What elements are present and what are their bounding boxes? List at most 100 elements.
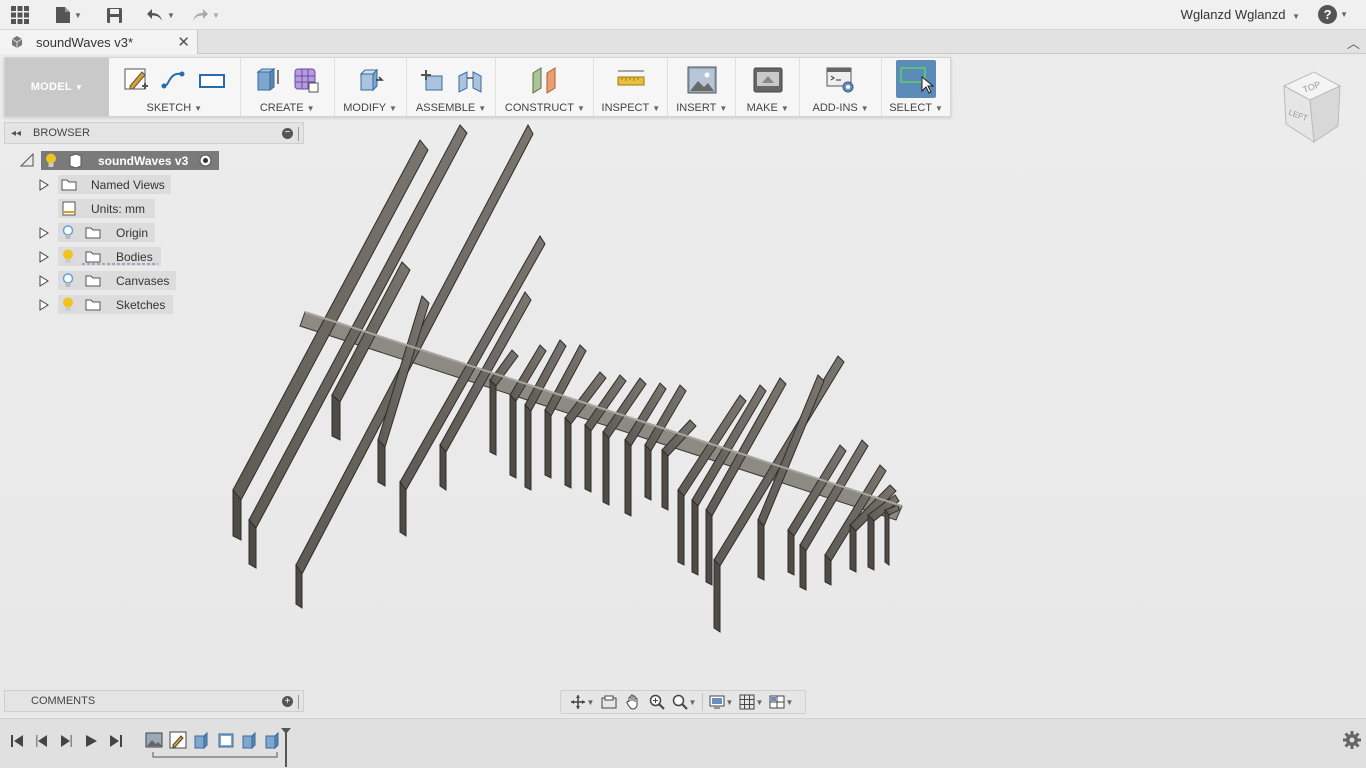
minimize-icon[interactable]: − — [282, 128, 293, 139]
extrude-icon[interactable] — [253, 65, 283, 95]
canvas-feature-icon[interactable] — [145, 731, 163, 749]
collapse-panel-icon[interactable]: ◂◂ — [11, 128, 21, 139]
offset-plane-icon[interactable] — [530, 65, 560, 95]
chevron-down-icon: ▼ — [652, 104, 661, 113]
pan-button[interactable] — [621, 692, 645, 712]
collapse-triangle-icon[interactable] — [20, 153, 34, 167]
display-settings-button[interactable]: ▼ — [706, 692, 736, 712]
orbit-button[interactable]: ▼ — [567, 692, 597, 712]
extrude-feature-icon[interactable] — [193, 731, 211, 749]
chevron-down-icon: ▼ — [194, 104, 203, 113]
document-tab[interactable]: soundWaves v3* ✕ — [0, 30, 198, 54]
modify-group[interactable]: MODIFY ▼ — [335, 58, 407, 116]
sketches-pill[interactable]: Sketches — [58, 295, 173, 314]
visibility-bulb-icon[interactable] — [62, 297, 74, 312]
timeline-marker-handle[interactable] — [280, 727, 292, 768]
go-to-end-button[interactable] — [107, 732, 125, 750]
file-menu-button[interactable]: ▼ — [55, 4, 82, 26]
design-document-icon — [11, 36, 23, 48]
expand-triangle-icon[interactable] — [39, 275, 49, 287]
redo-button[interactable]: ▼ — [191, 4, 220, 26]
press-pull-icon[interactable] — [355, 65, 385, 95]
chevron-down-icon: ▼ — [780, 104, 789, 113]
close-tab-icon[interactable]: ✕ — [177, 33, 190, 51]
grid-settings-button[interactable]: ▼ — [736, 692, 766, 712]
make-group[interactable]: MAKE ▼ — [736, 58, 801, 116]
construct-label: CONSTRUCT — [504, 102, 574, 114]
step-forward-button[interactable] — [57, 732, 75, 750]
sketch-feature-icon[interactable] — [169, 731, 187, 749]
folder-icon — [85, 299, 101, 311]
assemble-label: ASSEMBLE — [415, 102, 476, 114]
document-title: soundWaves v3* — [36, 34, 134, 50]
create-sketch-icon[interactable] — [121, 65, 151, 95]
measure-icon[interactable] — [616, 65, 646, 95]
insert-group[interactable]: INSERT ▼ — [668, 58, 737, 116]
form-icon[interactable] — [291, 65, 321, 95]
visibility-bulb-off-icon[interactable] — [62, 273, 74, 288]
assemble-group[interactable]: ASSEMBLE ▼ — [407, 58, 497, 116]
undo-button[interactable]: ▼ — [146, 4, 175, 26]
step-back-button[interactable] — [33, 732, 51, 750]
insert-image-icon[interactable] — [687, 65, 717, 95]
select-group[interactable]: SELECT ▼ — [882, 58, 950, 116]
visibility-bulb-off-icon[interactable] — [62, 225, 74, 240]
step-back-icon — [36, 735, 47, 747]
construct-group[interactable]: CONSTRUCT ▼ — [496, 58, 595, 116]
expand-triangle-icon[interactable] — [39, 299, 49, 311]
workspace-switcher[interactable]: MODEL ▼ — [5, 58, 109, 116]
timeline-settings-gear-icon[interactable] — [1342, 730, 1362, 750]
units-pill[interactable]: Units: mm — [58, 199, 155, 218]
viewcube[interactable]: TOP LEFT — [1280, 66, 1348, 146]
sketch-group[interactable]: SKETCH ▼ — [109, 58, 241, 116]
new-component-icon[interactable] — [417, 65, 447, 95]
step-forward-icon — [61, 735, 72, 747]
panel-grip[interactable] — [298, 127, 300, 141]
add-ins-group[interactable]: ADD-INS ▼ — [800, 58, 883, 116]
origin-label: Origin — [116, 225, 149, 240]
zoom-window-button[interactable]: ▼ — [669, 692, 699, 712]
visibility-bulb-icon[interactable] — [45, 153, 57, 168]
expand-triangle-icon[interactable] — [39, 251, 49, 263]
create-label: CREATE — [259, 102, 304, 114]
viewports-button[interactable]: ▼ — [766, 692, 796, 712]
rectangle-sketch-icon[interactable] — [197, 65, 227, 95]
origin-pill[interactable]: Origin — [58, 223, 155, 242]
chevron-up-icon[interactable]: ︿ — [1347, 33, 1360, 52]
look-at-button[interactable] — [597, 692, 621, 712]
ribbon-toolbar: MODEL ▼ SKETCH ▼ CREATE ▼ MODIFY ▼ ASSEM… — [4, 57, 951, 117]
inspect-group[interactable]: INSPECT ▼ — [594, 58, 669, 116]
user-menu[interactable]: Wglanzd Wglanzd ▼ — [1181, 7, 1300, 22]
play-button[interactable] — [82, 732, 100, 750]
body-feature-icon[interactable] — [217, 731, 235, 749]
expand-triangle-icon[interactable] — [39, 227, 49, 239]
expand-triangle-icon[interactable] — [39, 179, 49, 191]
chevron-down-icon: ▼ — [1340, 10, 1348, 19]
help-button[interactable]: ? ▼ — [1318, 5, 1348, 24]
3d-print-icon[interactable] — [753, 65, 783, 95]
save-button[interactable] — [106, 4, 123, 26]
add-comment-icon[interactable]: + — [282, 696, 293, 707]
activate-radio-icon[interactable] — [199, 154, 212, 167]
visibility-bulb-icon[interactable] — [62, 249, 74, 264]
zoom-button[interactable] — [645, 692, 669, 712]
named-views-label: Named Views — [91, 177, 165, 192]
canvases-pill[interactable]: Canvases — [58, 271, 176, 290]
user-name: Wglanzd Wglanzd — [1180, 7, 1286, 22]
viewports-icon — [769, 695, 785, 709]
root-component-pill[interactable]: soundWaves v3 — [41, 151, 219, 170]
line-sketch-icon[interactable] — [159, 65, 189, 95]
orbit-icon — [570, 695, 585, 709]
comments-header: COMMENTS + — [4, 690, 304, 712]
panel-grip[interactable] — [298, 695, 300, 709]
scripts-addins-icon[interactable] — [826, 65, 856, 95]
named-views-pill[interactable]: Named Views — [58, 175, 171, 194]
bodies-pill[interactable]: Bodies — [58, 247, 161, 266]
window-select-icon[interactable] — [896, 60, 937, 98]
data-panel-grid-icon[interactable] — [11, 4, 29, 26]
joint-icon[interactable] — [455, 65, 485, 95]
go-to-start-button[interactable] — [8, 732, 26, 750]
create-group[interactable]: CREATE ▼ — [241, 58, 335, 116]
display-monitor-icon — [709, 695, 725, 709]
extrude-feature-icon[interactable] — [241, 731, 259, 749]
